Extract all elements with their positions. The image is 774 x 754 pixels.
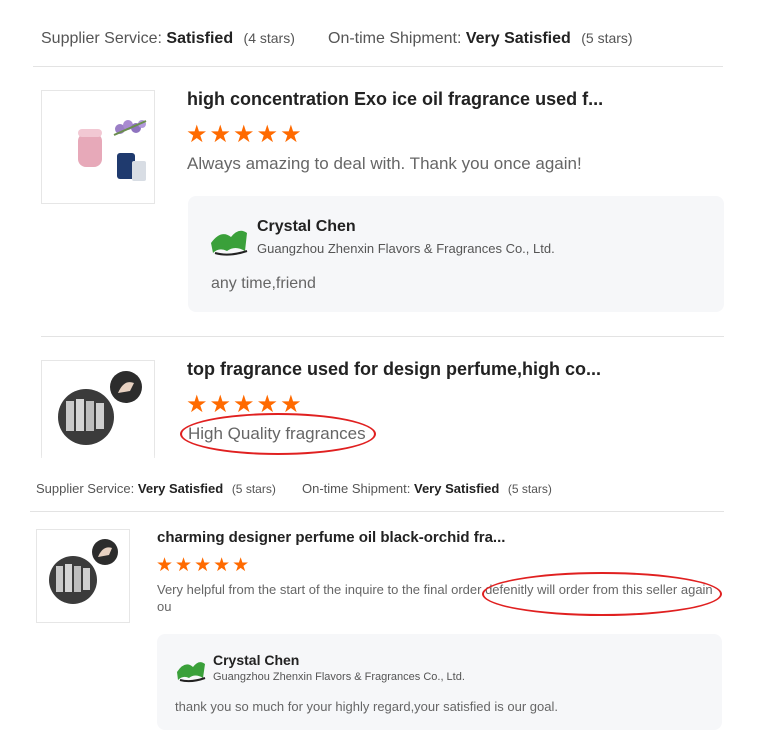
review-product-title[interactable]: top fragrance used for design perfume,hi… <box>187 359 601 380</box>
supplier-service-count: (4 stars) <box>243 30 295 46</box>
shipment-count: (5 stars) <box>581 30 633 46</box>
seller-reply: Crystal Chen Guangzhou Zhenxin Flavors &… <box>188 196 724 312</box>
rating-stars: ★★★★★ <box>186 121 304 148</box>
review-product-title[interactable]: charming designer perfume oil black-orch… <box>157 529 505 546</box>
product-thumbnail[interactable] <box>36 529 130 623</box>
shipment-value: Very Satisfied <box>414 481 500 496</box>
seller-reply: Crystal Chen Guangzhou Zhenxin Flavors &… <box>157 634 722 730</box>
shipment-value: Very Satisfied <box>465 30 571 47</box>
rating-stars: ★★★★★ <box>156 555 252 576</box>
shipment-count: (5 stars) <box>507 482 552 496</box>
reply-author-name: Crystal Chen <box>257 218 356 235</box>
product-thumbnail[interactable] <box>41 90 155 204</box>
review-comment-wrap: ou <box>157 599 172 614</box>
supplier-service-value: Very Satisfied <box>137 481 224 496</box>
divider <box>41 336 724 337</box>
reply-text: thank you so much for your highly regard… <box>175 699 558 714</box>
supplier-service-count: (5 stars) <box>231 482 276 496</box>
perfume-bottles-icon <box>78 120 147 181</box>
perfume-bottles-icon <box>49 539 118 604</box>
reply-company-name: Guangzhou Zhenxin Flavors & Fragrances C… <box>257 241 555 256</box>
supplier-service-label: Supplier Service: <box>41 30 162 47</box>
image-seam <box>0 454 774 472</box>
product-thumbnail[interactable] <box>41 360 155 458</box>
reply-text: any time,friend <box>211 275 316 292</box>
rating-summary: Supplier Service: Satisfied (4 stars) <box>41 30 295 48</box>
shipment-summary: On-time Shipment: Very Satisfied (5 star… <box>328 30 633 48</box>
highlight-circle <box>180 413 376 455</box>
highlight-circle <box>482 572 722 616</box>
reply-company-name: Guangzhou Zhenxin Flavors & Fragrances C… <box>213 671 465 683</box>
supplier-service-value: Satisfied <box>166 30 234 47</box>
rating-summary: Supplier Service: Very Satisfied (5 star… <box>36 481 276 496</box>
shipment-label: On-time Shipment: <box>302 481 411 496</box>
company-logo-icon <box>211 230 248 256</box>
perfume-bottles-icon <box>58 371 142 445</box>
review-comment: Always amazing to deal with. Thank you o… <box>187 154 582 173</box>
review-product-title[interactable]: high concentration Exo ice oil fragrance… <box>187 89 603 110</box>
supplier-service-label: Supplier Service: <box>36 481 135 496</box>
company-logo-icon <box>177 662 206 683</box>
reply-author-name: Crystal Chen <box>213 652 300 668</box>
shipment-label: On-time Shipment: <box>328 30 462 47</box>
divider <box>30 511 724 512</box>
divider <box>33 66 723 67</box>
shipment-summary: On-time Shipment: Very Satisfied (5 star… <box>302 481 552 496</box>
